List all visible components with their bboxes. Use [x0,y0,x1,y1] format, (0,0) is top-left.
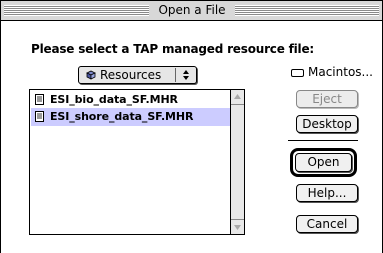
document-icon [35,94,44,105]
open-button[interactable]: Open [295,153,352,172]
file-name: ESI_shore_data_SF.MHR [50,110,194,123]
cancel-button[interactable]: Cancel [296,215,358,233]
scroll-down-arrow-icon [234,225,241,230]
file-name: ESI_bio_data_SF.MHR [50,93,178,106]
document-icon [35,111,44,122]
volume-name[interactable]: Macintos... [308,65,373,79]
file-list-item[interactable]: ESI_bio_data_SF.MHR [31,91,231,109]
popup-divider [175,68,176,82]
button-separator [288,140,358,141]
disk-icon [291,69,304,77]
scroll-down-button[interactable] [231,219,244,234]
folder-icon [86,70,96,80]
prompt-text: Please select a TAP managed resource fil… [31,42,315,56]
help-button[interactable]: Help... [296,184,358,202]
scroll-up-button[interactable] [231,90,244,105]
desktop-button[interactable]: Desktop [296,115,358,133]
folder-popup-label: Resources [100,68,162,82]
folder-popup-menu[interactable]: Resources [78,66,197,84]
open-file-dialog: Open a File Please select a TAP managed … [0,0,383,253]
file-list[interactable]: ESI_bio_data_SF.MHR ESI_shore_data_SF.MH… [29,89,245,235]
eject-button[interactable]: Eject [296,90,358,108]
scroll-up-arrow-icon [234,94,241,99]
file-list-item-selected[interactable]: ESI_shore_data_SF.MHR [31,108,231,126]
window-title: Open a File [149,2,235,19]
vertical-scrollbar[interactable] [230,90,244,234]
up-down-arrows-icon [183,70,189,80]
title-bar[interactable]: Open a File [1,1,382,21]
